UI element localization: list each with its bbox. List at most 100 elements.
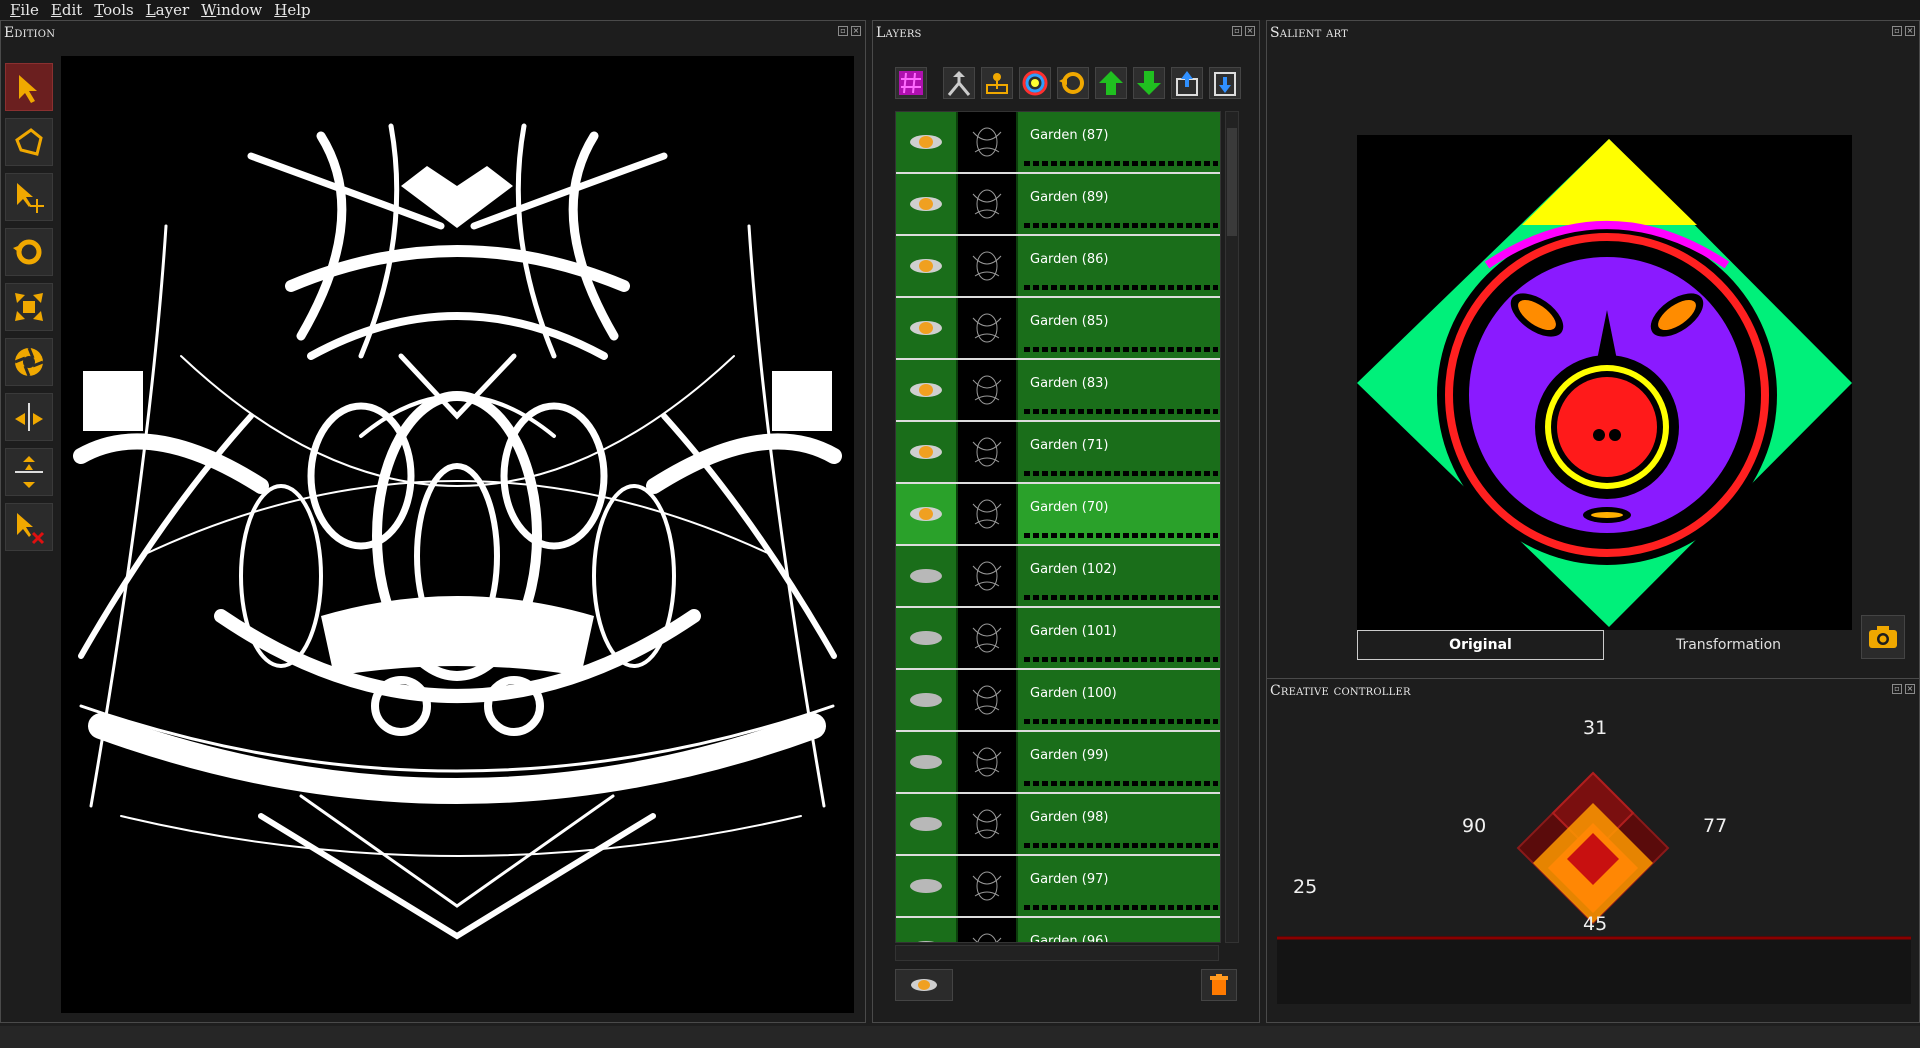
layer-name-cell[interactable]: Garden (85) [1018, 298, 1220, 358]
tool-twirl[interactable] [5, 338, 53, 386]
tool-delete-selection[interactable] [5, 503, 53, 551]
menu-item-edit[interactable]: Edit [51, 1, 82, 19]
tool-rotate[interactable] [5, 228, 53, 276]
layer-row[interactable]: Garden (98) [896, 794, 1220, 856]
layer-row[interactable]: Garden (99) [896, 732, 1220, 794]
close-panel-icon[interactable]: × [851, 26, 861, 36]
layer-visibility-toggle[interactable] [896, 918, 956, 942]
layer-row[interactable]: Garden (101) [896, 608, 1220, 670]
layer-row[interactable]: Garden (89) [896, 174, 1220, 236]
layer-visibility-toggle[interactable] [896, 112, 956, 172]
layer-row[interactable]: Garden (86) [896, 236, 1220, 298]
controller-value-bottom: 45 [1583, 913, 1608, 935]
layer-row[interactable]: Garden (97) [896, 856, 1220, 918]
move-up-button[interactable] [1095, 67, 1127, 99]
layer-visibility-toggle[interactable] [896, 422, 956, 482]
layer-visibility-toggle[interactable] [896, 298, 956, 358]
menu-item-tools[interactable]: Tools [94, 1, 133, 19]
menu-item-file[interactable]: File [10, 1, 39, 19]
layer-thumbnail-image [972, 251, 1002, 281]
panel-title-salient: Salient art [1270, 25, 1349, 41]
color-wheel-button[interactable] [1019, 67, 1051, 99]
layer-row[interactable]: Garden (87) [896, 112, 1220, 174]
layer-visibility-toggle[interactable] [896, 360, 956, 420]
layer-visibility-toggle[interactable] [896, 174, 956, 234]
delete-layer-button[interactable] [1201, 969, 1237, 1001]
layer-name: Garden (85) [1030, 314, 1109, 329]
layer-row[interactable]: Garden (100) [896, 670, 1220, 732]
hash-grid-button[interactable] [895, 67, 927, 99]
tool-flip-horizontal[interactable] [5, 393, 53, 441]
layer-name-cell[interactable]: Garden (83) [1018, 360, 1220, 420]
scrollbar-thumb[interactable] [1227, 128, 1237, 236]
layer-name-cell[interactable]: Garden (101) [1018, 608, 1220, 668]
layer-name-cell[interactable]: Garden (102) [1018, 546, 1220, 606]
layer-name-cell[interactable]: Garden (87) [1018, 112, 1220, 172]
layer-name-cell[interactable]: Garden (96) [1018, 918, 1220, 942]
layer-row[interactable]: Garden (96) [896, 918, 1220, 942]
layer-opacity-strip [1024, 471, 1218, 476]
anchor-button[interactable] [981, 67, 1013, 99]
layer-thumbnail-image [972, 809, 1002, 839]
select-arrow-icon [19, 75, 37, 103]
layer-name-cell[interactable]: Garden (98) [1018, 794, 1220, 854]
menu-item-layer[interactable]: Layer [146, 1, 189, 19]
tab-transformation[interactable]: Transformation [1605, 630, 1852, 660]
layer-visibility-toggle[interactable] [896, 732, 956, 792]
layer-toolbar [895, 67, 1241, 99]
import-button[interactable] [1209, 67, 1241, 99]
layer-list-vertical-scrollbar[interactable] [1225, 111, 1239, 943]
toggle-visibility-button[interactable] [895, 969, 953, 1001]
layer-opacity-strip [1024, 285, 1218, 290]
tool-move[interactable] [5, 173, 53, 221]
layer-visibility-toggle[interactable] [896, 546, 956, 606]
layer-row[interactable]: Garden (102) [896, 546, 1220, 608]
layer-row[interactable]: Garden (71) [896, 422, 1220, 484]
layer-name-cell[interactable]: Garden (70) [1018, 484, 1220, 544]
merge-button[interactable] [943, 67, 975, 99]
layer-name-cell[interactable]: Garden (86) [1018, 236, 1220, 296]
layer-row[interactable]: Garden (85) [896, 298, 1220, 360]
layer-row[interactable]: Garden (83) [896, 360, 1220, 422]
float-panel-icon[interactable]: ▫ [1232, 26, 1242, 36]
layer-name-cell[interactable]: Garden (89) [1018, 174, 1220, 234]
layer-opacity-strip [1024, 719, 1218, 724]
edition-canvas[interactable] [61, 56, 854, 1013]
tool-polygon-lasso[interactable] [5, 118, 53, 166]
layer-name-cell[interactable]: Garden (71) [1018, 422, 1220, 482]
layer-name-cell[interactable]: Garden (99) [1018, 732, 1220, 792]
salient-art-canvas[interactable] [1357, 135, 1852, 630]
layer-thumbnail [956, 422, 1018, 482]
layer-row[interactable]: Garden (70) [896, 484, 1220, 546]
close-panel-icon[interactable]: × [1245, 26, 1255, 36]
layer-name-cell[interactable]: Garden (97) [1018, 856, 1220, 916]
layer-visibility-toggle[interactable] [896, 236, 956, 296]
snapshot-button[interactable] [1861, 615, 1905, 659]
symmetric-artwork [73, 123, 842, 940]
float-panel-icon[interactable]: ▫ [1892, 26, 1902, 36]
tool-select-arrow[interactable] [5, 63, 53, 111]
refresh-button[interactable] [1057, 67, 1089, 99]
layer-thumbnail [956, 236, 1018, 296]
close-panel-icon[interactable]: × [1905, 26, 1915, 36]
menu-item-window[interactable]: Window [201, 1, 262, 19]
layer-name-cell[interactable]: Garden (100) [1018, 670, 1220, 730]
eye-icon [910, 445, 942, 459]
export-button[interactable] [1171, 67, 1203, 99]
move-down-button[interactable] [1133, 67, 1165, 99]
layer-visibility-toggle[interactable] [896, 484, 956, 544]
menu-item-help[interactable]: Help [274, 1, 310, 19]
layer-thumbnail [956, 794, 1018, 854]
layer-list[interactable]: Garden (87) Garden (89) Garden (86) Garden … [895, 111, 1221, 943]
layer-visibility-toggle[interactable] [896, 608, 956, 668]
layer-visibility-toggle[interactable] [896, 856, 956, 916]
layer-visibility-toggle[interactable] [896, 670, 956, 730]
layer-visibility-toggle[interactable] [896, 794, 956, 854]
tool-scale[interactable] [5, 283, 53, 331]
layer-thumbnail [956, 112, 1018, 172]
layer-list-horizontal-scrollbar[interactable] [895, 945, 1219, 961]
float-panel-icon[interactable]: ▫ [838, 26, 848, 36]
tab-original[interactable]: Original [1357, 630, 1604, 660]
tool-flip-vertical[interactable] [5, 448, 53, 496]
layer-opacity-strip [1024, 161, 1218, 166]
